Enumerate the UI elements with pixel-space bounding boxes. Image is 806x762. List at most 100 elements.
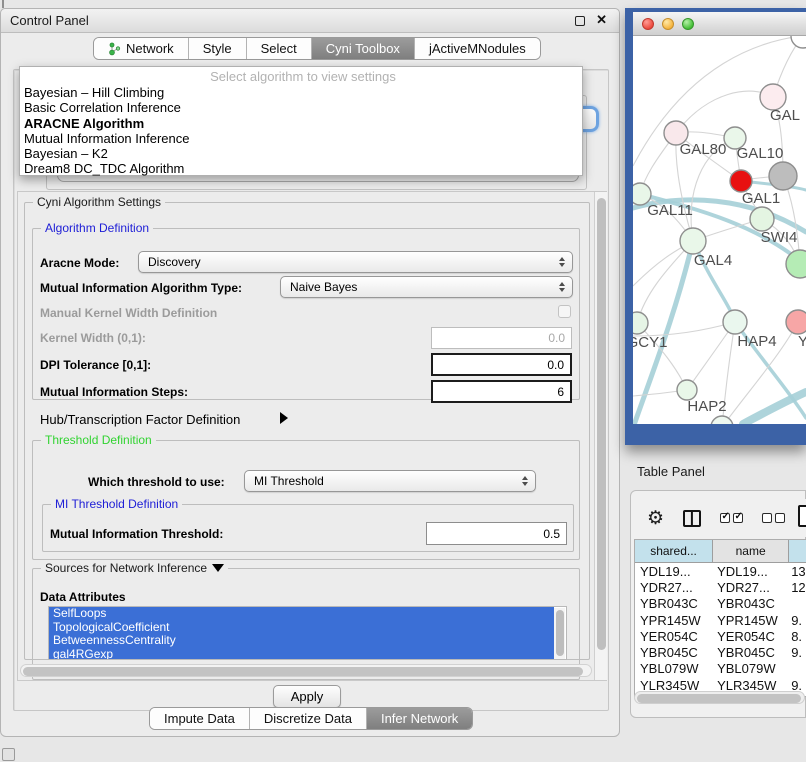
close-traffic-light-icon[interactable] — [642, 18, 654, 30]
tab-network[interactable]: Network — [94, 38, 189, 59]
settings-hscrollbar-thumb[interactable] — [23, 667, 583, 676]
table-row[interactable]: YBR043CYBR043C — [635, 596, 806, 612]
select-all-icon[interactable] — [720, 513, 743, 523]
table-row[interactable]: YBL079WYBL079W — [635, 661, 806, 677]
deselect-all-icon[interactable] — [762, 513, 785, 523]
tab-impute-data[interactable]: Impute Data — [150, 708, 250, 729]
table-hscrollbar-thumb[interactable] — [637, 694, 801, 703]
threshold-definition-title: Threshold Definition — [41, 433, 156, 447]
control-panel-title: Control Panel — [1, 13, 89, 28]
expand-right-icon[interactable] — [280, 412, 288, 424]
aracne-mode-combo[interactable]: Discovery — [138, 251, 573, 273]
file-icon[interactable] — [798, 505, 806, 527]
close-icon[interactable]: ✕ — [596, 12, 607, 28]
tab-label: Infer Network — [381, 711, 458, 726]
table-cell: 9. — [789, 644, 806, 660]
table-cell — [789, 661, 806, 677]
network-node[interactable] — [633, 312, 648, 334]
table-cell: YER054C — [635, 628, 713, 644]
float-window-icon[interactable] — [575, 16, 585, 26]
data-attribute-item[interactable]: gal4RGexp — [49, 648, 554, 661]
table-row[interactable]: YER054CYER054C8. — [635, 628, 806, 644]
table-hscrollbar[interactable] — [634, 691, 805, 704]
tab-cyni-toolbox[interactable]: Cyni Toolbox — [312, 38, 415, 59]
column-header-shared-name[interactable]: shared... — [635, 540, 713, 562]
tab-jactivemnodules[interactable]: jActiveMNodules — [415, 38, 540, 59]
columns-icon[interactable] — [683, 510, 701, 527]
network-node[interactable] — [750, 207, 774, 231]
node-label: GAL10 — [737, 145, 784, 162]
node-label: HAP4 — [737, 333, 776, 350]
table-cell: YER054C — [713, 628, 789, 644]
table-cell: 9. — [789, 612, 806, 628]
mi-steps-field[interactable]: 6 — [431, 380, 572, 403]
kernel-width-value: 0.0 — [548, 331, 565, 345]
apply-button[interactable]: Apply — [273, 685, 341, 708]
settings-hscrollbar[interactable] — [20, 664, 592, 677]
network-node[interactable] — [730, 170, 752, 192]
manual-kernel-checkbox[interactable] — [558, 305, 571, 318]
settings-vscrollbar-thumb[interactable] — [597, 198, 606, 650]
table-row[interactable]: YPR145WYPR145W9. — [635, 612, 806, 628]
manual-kernel-label: Manual Kernel Width Definition — [40, 306, 217, 320]
table-panel-title: Table Panel — [637, 464, 705, 479]
mi-threshold-field[interactable]: 0.5 — [426, 522, 567, 545]
gear-icon[interactable]: ⚙ — [647, 509, 664, 528]
node-label: GAL1 — [742, 190, 780, 207]
network-node[interactable] — [791, 36, 806, 48]
network-view-window: GALGAL80GAL10GAL1GAL11SWI4GAL4GCY1HAP4YH… — [625, 8, 806, 445]
dpi-tolerance-field[interactable]: 0.0 — [431, 353, 572, 376]
data-attribute-item[interactable]: BetweennessCentrality — [49, 634, 554, 648]
list-scrollbar-thumb[interactable] — [556, 610, 564, 656]
tab-label: Cyni Toolbox — [326, 41, 400, 56]
sources-group-title: Sources for Network Inference — [41, 561, 228, 575]
stepper-icon — [559, 282, 565, 292]
tab-label: Discretize Data — [264, 711, 352, 726]
tab-label: Impute Data — [164, 711, 235, 726]
collapsed-panel-icon[interactable] — [2, 748, 15, 761]
table-body: YDL19...YDL19...13YDR27...YDR27...12YBR0… — [635, 563, 806, 697]
network-canvas-svg: GALGAL80GAL10GAL1GAL11SWI4GAL4GCY1HAP4YH… — [633, 36, 806, 424]
algorithm-option[interactable]: Bayesian – K2 — [20, 146, 582, 161]
network-canvas[interactable]: GALGAL80GAL10GAL1GAL11SWI4GAL4GCY1HAP4YH… — [633, 36, 806, 424]
algorithm-option[interactable]: Basic Correlation Inference — [20, 100, 582, 115]
algorithm-option[interactable]: Mutual Information Inference — [20, 131, 582, 146]
checked-box-icon — [733, 513, 743, 523]
which-threshold-combo[interactable]: MI Threshold — [244, 470, 536, 492]
table-cell: YPR145W — [635, 612, 713, 628]
hub-definition-toggle[interactable]: Hub/Transcription Factor Definition — [40, 412, 240, 427]
algorithm-option[interactable]: Dream8 DC_TDC Algorithm — [20, 161, 582, 176]
node-table: shared... name YDL19...YDL19...13YDR27..… — [634, 539, 806, 697]
stepper-icon — [522, 476, 528, 486]
algorithm-option[interactable]: Bayesian – Hill Climbing — [20, 85, 582, 100]
table-row[interactable]: YDR27...YDR27...12 — [635, 579, 806, 595]
network-node[interactable] — [769, 162, 797, 190]
tab-infer-network[interactable]: Infer Network — [367, 708, 472, 729]
node-label: SWI4 — [761, 229, 798, 246]
aracne-mode-label: Aracne Mode: — [40, 256, 119, 270]
checked-box-icon — [720, 513, 730, 523]
settings-vscrollbar[interactable] — [594, 192, 607, 680]
column-header-name[interactable]: name — [713, 540, 789, 562]
data-attribute-item[interactable]: TopologicalCoefficient — [49, 621, 554, 635]
tab-select[interactable]: Select — [247, 38, 312, 59]
table-row[interactable]: YBR045CYBR045C9. — [635, 644, 806, 660]
mi-steps-label: Mutual Information Steps: — [40, 385, 188, 399]
minimize-traffic-light-icon[interactable] — [662, 18, 674, 30]
network-node[interactable] — [723, 310, 747, 334]
table-row[interactable]: YDL19...YDL19...13 — [635, 563, 806, 579]
node-label: GAL11 — [647, 202, 693, 219]
data-attribute-item[interactable]: SelfLoops — [49, 607, 554, 621]
tab-style[interactable]: Style — [189, 38, 247, 59]
column-header-clipped[interactable] — [789, 540, 806, 562]
network-node[interactable] — [677, 380, 697, 400]
zoom-traffic-light-icon[interactable] — [682, 18, 694, 30]
mi-type-combo[interactable]: Naive Bayes — [280, 276, 573, 298]
algorithm-option[interactable]: ARACNE Algorithm — [20, 116, 582, 131]
network-node[interactable] — [786, 310, 806, 334]
list-scrollbar[interactable] — [554, 608, 565, 660]
kernel-width-field[interactable]: 0.0 — [431, 327, 572, 349]
collapse-down-icon[interactable] — [212, 564, 224, 572]
tab-discretize-data[interactable]: Discretize Data — [250, 708, 367, 729]
network-node[interactable] — [680, 228, 706, 254]
